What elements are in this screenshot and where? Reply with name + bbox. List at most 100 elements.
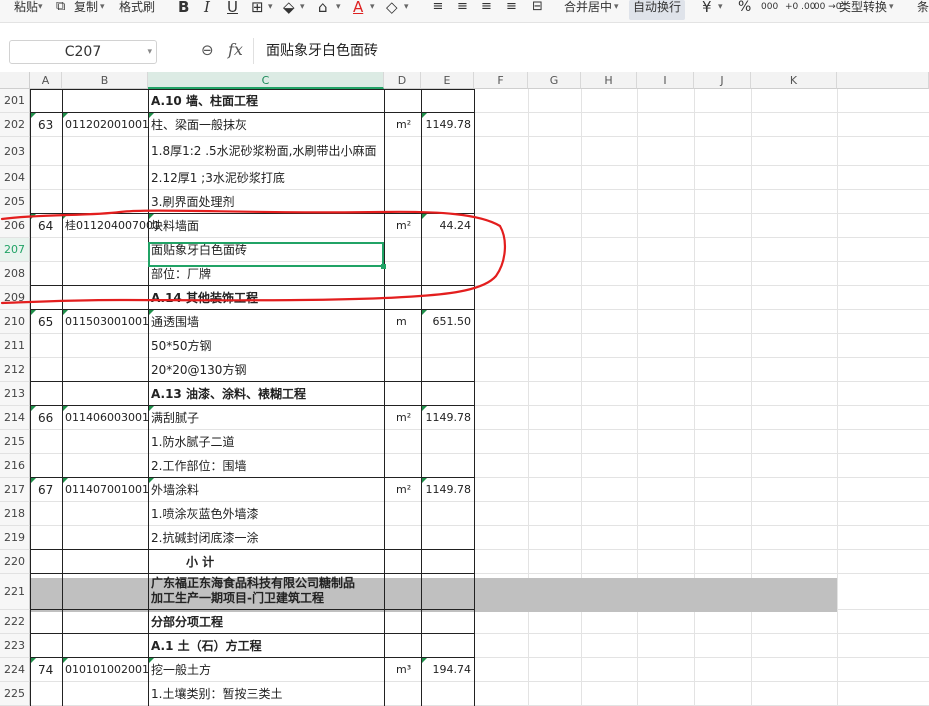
type-convert-button[interactable]: 类型转换: [839, 0, 887, 20]
row-header-202[interactable]: 202: [0, 113, 30, 137]
row-header-224[interactable]: 224: [0, 658, 30, 682]
cell-d224[interactable]: m³: [396, 658, 411, 682]
name-box-dropdown-icon[interactable]: ▾: [147, 41, 152, 63]
row-header-210[interactable]: 210: [0, 310, 30, 334]
cell-c223[interactable]: A.1 土（石）方工程: [151, 634, 262, 658]
cell-d214[interactable]: m²: [396, 406, 411, 430]
column-header-b[interactable]: B: [62, 72, 148, 89]
cell-c221[interactable]: 广东福正东海食品科技有限公司糖制品 加工生产一期项目-门卫建筑工程: [151, 576, 355, 606]
currency-button[interactable]: ¥: [702, 0, 712, 16]
row-header-206[interactable]: 206: [0, 214, 30, 238]
column-header-j[interactable]: J: [694, 72, 751, 89]
row-header-209[interactable]: 209: [0, 286, 30, 310]
column-header-i[interactable]: I: [637, 72, 694, 89]
row-header-212[interactable]: 212: [0, 358, 30, 382]
row-header-207[interactable]: 207: [0, 238, 30, 262]
cell-a202[interactable]: 63: [38, 113, 53, 137]
select-all-corner[interactable]: [0, 72, 30, 89]
row-header-222[interactable]: 222: [0, 610, 30, 634]
percent-button[interactable]: %: [738, 0, 751, 16]
copy-button[interactable]: 复制: [74, 0, 98, 20]
cell-c217[interactable]: 外墙涂料: [151, 478, 199, 502]
cell-a206[interactable]: 64: [38, 214, 53, 238]
name-box[interactable]: C207 ▾: [9, 40, 157, 64]
thousands-button[interactable]: 000: [761, 0, 778, 20]
cell-c218[interactable]: 1.喷涂灰蓝色外墙漆: [151, 502, 258, 526]
font-color-button[interactable]: A: [353, 0, 363, 16]
row-header-214[interactable]: 214: [0, 406, 30, 430]
cell-c206[interactable]: 块料墙面: [151, 214, 199, 238]
wrap-text-button[interactable]: 自动换行: [629, 0, 686, 20]
column-header-g[interactable]: G: [528, 72, 581, 89]
column-header-f[interactable]: F: [474, 72, 528, 89]
eraser-dropdown-icon[interactable]: ▾: [404, 0, 409, 20]
cell-c204[interactable]: 2.12厚1 ;3水泥砂浆打底: [151, 166, 285, 190]
cell-e210[interactable]: 651.50: [421, 310, 473, 334]
formula-input[interactable]: 面贴象牙白色面砖: [253, 38, 929, 64]
cell-c220[interactable]: 小 计: [186, 550, 214, 574]
cell-d206[interactable]: m²: [396, 214, 411, 238]
cell-a214[interactable]: 66: [38, 406, 53, 430]
cell-b206[interactable]: 桂011204007001: [65, 214, 160, 238]
copy-icon[interactable]: ⧉: [56, 0, 65, 16]
cell-c212[interactable]: 20*20@130方钢: [151, 358, 246, 382]
font-color-dropdown-icon[interactable]: ▾: [370, 0, 375, 20]
column-header-a[interactable]: A: [30, 72, 62, 89]
fill-dropdown-icon[interactable]: ▾: [300, 0, 305, 20]
row-header-213[interactable]: 213: [0, 382, 30, 406]
cell-c209[interactable]: A.14 其他装饰工程: [151, 286, 258, 310]
row-header-225[interactable]: 225: [0, 682, 30, 706]
row-header-217[interactable]: 217: [0, 478, 30, 502]
cell-e206[interactable]: 44.24: [421, 214, 473, 238]
row-header-218[interactable]: 218: [0, 502, 30, 526]
distribute-icon[interactable]: ⊟: [532, 0, 543, 16]
row-header-205[interactable]: 205: [0, 190, 30, 214]
clear-dropdown-icon[interactable]: ▾: [336, 0, 341, 20]
cell-b214[interactable]: 011406003001: [65, 406, 149, 430]
fill-handle[interactable]: [381, 264, 386, 269]
cell-c205[interactable]: 3.刷界面处理剂: [151, 190, 234, 214]
cell-c211[interactable]: 50*50方钢: [151, 334, 212, 358]
merge-dropdown-icon[interactable]: ▾: [614, 0, 619, 20]
cell-d210[interactable]: m: [396, 310, 407, 334]
bold-button[interactable]: B: [178, 0, 189, 16]
cell-d217[interactable]: m²: [396, 478, 411, 502]
cell-e202[interactable]: 1149.78: [421, 113, 473, 137]
column-header-e[interactable]: E: [421, 72, 474, 89]
cell-c222[interactable]: 分部分项工程: [151, 610, 223, 634]
merge-center-button[interactable]: 合并居中: [564, 0, 612, 20]
conditional-format-button[interactable]: 条: [917, 0, 929, 20]
eraser-icon[interactable]: ◇: [386, 0, 398, 16]
row-header-220[interactable]: 220: [0, 550, 30, 574]
cell-c203[interactable]: 1.8厚1:2 .5水泥砂浆粉面,水刷带出小麻面: [151, 137, 376, 166]
cell-c215[interactable]: 1.防水腻子二道: [151, 430, 234, 454]
column-header-d[interactable]: D: [384, 72, 421, 89]
cell-c224[interactable]: 挖一般土方: [151, 658, 211, 682]
row-header-204[interactable]: 204: [0, 166, 30, 190]
row-header-216[interactable]: 216: [0, 454, 30, 478]
cell-c201[interactable]: A.10 墙、柱面工程: [151, 89, 258, 113]
zoom-search-icon[interactable]: ⊖: [201, 41, 219, 59]
borders-icon[interactable]: ⊞: [251, 0, 264, 16]
row-header-203[interactable]: 203: [0, 137, 30, 166]
italic-button[interactable]: I: [204, 0, 210, 16]
cell-a224[interactable]: 74: [38, 658, 53, 682]
cell-c202[interactable]: 柱、梁面一般抹灰: [151, 113, 247, 137]
cell-c219[interactable]: 2.抗碱封闭底漆一涂: [151, 526, 258, 550]
column-header-k[interactable]: K: [751, 72, 837, 89]
active-cell-selection[interactable]: [148, 242, 384, 267]
cell-e214[interactable]: 1149.78: [421, 406, 473, 430]
cell-a210[interactable]: 65: [38, 310, 53, 334]
row-header-219[interactable]: 219: [0, 526, 30, 550]
row-header-201[interactable]: 201: [0, 89, 30, 113]
column-header-h[interactable]: H: [581, 72, 637, 89]
borders-dropdown-icon[interactable]: ▾: [268, 0, 273, 20]
cell-c214[interactable]: 满刮腻子: [151, 406, 199, 430]
row-header-208[interactable]: 208: [0, 262, 30, 286]
fill-color-icon[interactable]: ⬙: [283, 0, 295, 16]
clear-format-icon[interactable]: ⌂: [318, 0, 328, 16]
cell-a217[interactable]: 67: [38, 478, 53, 502]
row-header-221[interactable]: 221: [0, 574, 30, 610]
align-right-icon[interactable]: ≡: [481, 0, 492, 16]
cell-b202[interactable]: 011202001001: [65, 113, 149, 137]
